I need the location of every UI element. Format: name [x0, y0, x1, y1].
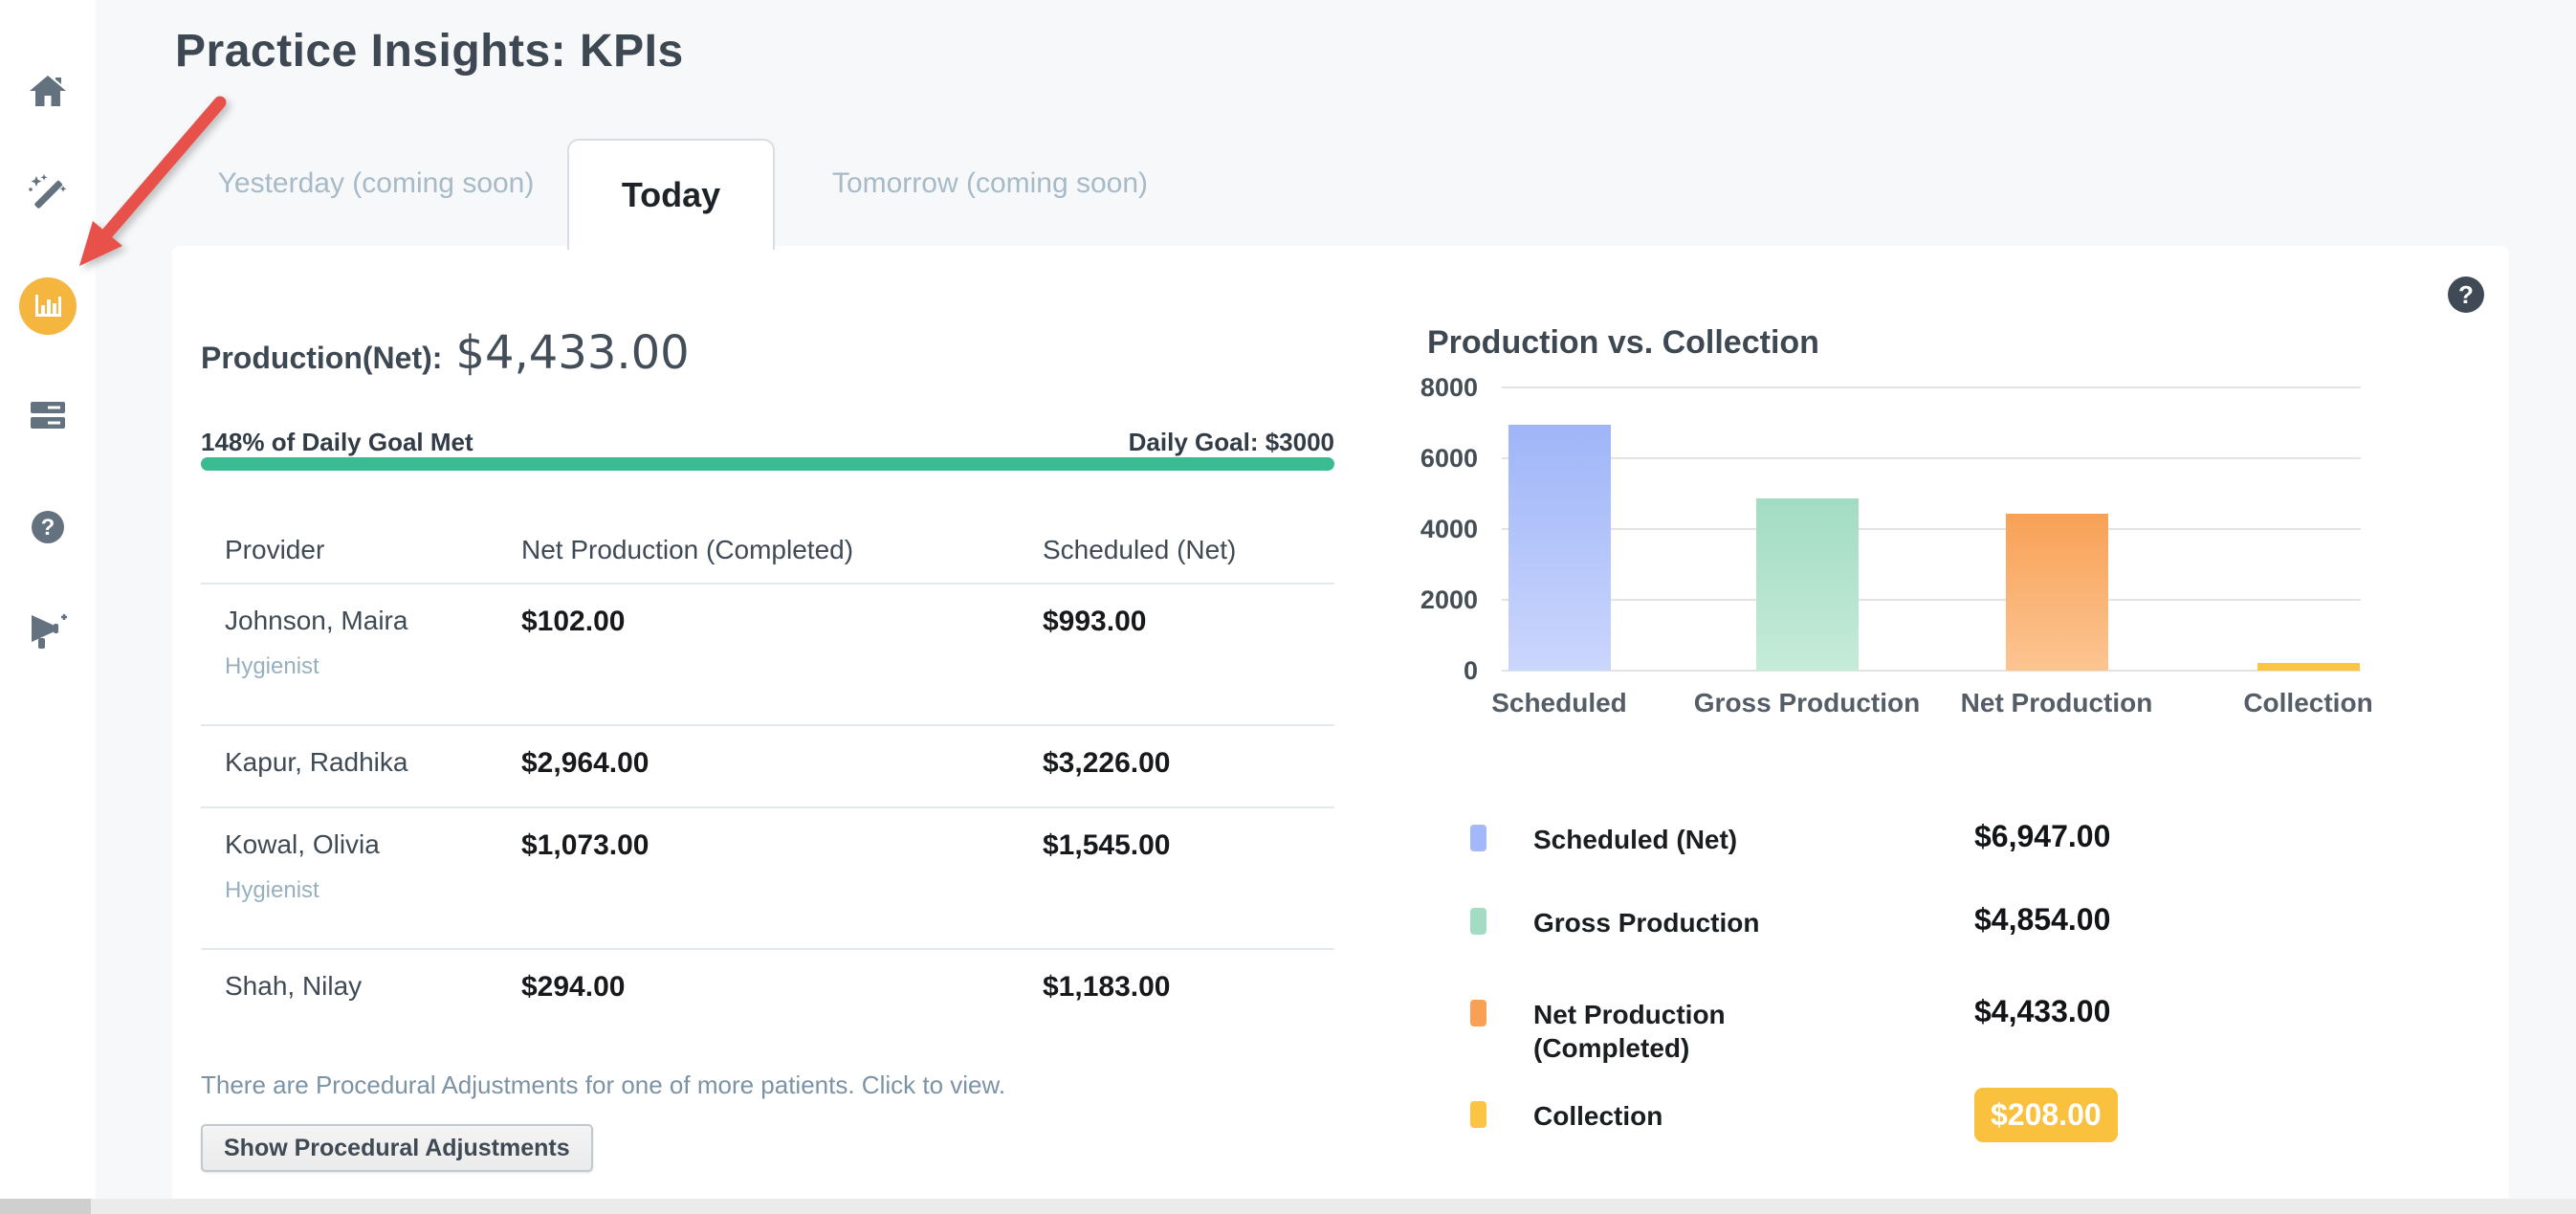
goal-progress-label: 148% of Daily Goal Met: [201, 428, 473, 457]
svg-text:?: ?: [41, 515, 55, 541]
provider-role: Hygienist: [225, 877, 521, 904]
legend-label: Net Production (Completed): [1533, 998, 1801, 1065]
svg-text:?: ?: [2458, 280, 2474, 309]
home-icon: [27, 70, 69, 112]
col-net-production: Net Production (Completed): [521, 535, 1043, 583]
scheduled-value: $1,545.00: [1043, 829, 1334, 948]
legend-swatch-net: [1470, 1000, 1486, 1026]
tab-today[interactable]: Today: [567, 139, 775, 250]
daily-goal-progressbar: [201, 457, 1334, 471]
bar-chart-icon: [32, 290, 64, 322]
bar-gross-production: [1756, 498, 1859, 671]
net-production-value: $294.00: [521, 971, 1043, 1042]
sidebar-item-home[interactable]: [27, 70, 69, 112]
help-icon: ?: [27, 506, 69, 548]
adjustments-note: There are Procedural Adjustments for one…: [201, 1071, 1005, 1100]
goal-row: 148% of Daily Goal Met Daily Goal: $3000: [201, 428, 1334, 457]
megaphone-icon: [27, 611, 69, 653]
production-label: Production(Net):: [201, 341, 442, 376]
net-production-value: $102.00: [521, 606, 1043, 724]
y-tick: 4000: [1401, 515, 1478, 543]
net-production-value: $1,073.00: [521, 829, 1043, 948]
tab-tomorrow[interactable]: Tomorrow (coming soon): [818, 167, 1162, 200]
legend-value: $4,854.00: [1974, 902, 2110, 938]
card-help-button[interactable]: ?: [2447, 276, 2485, 314]
provider-name: Kowal, Olivia: [225, 829, 521, 860]
legend-label: Scheduled (Net): [1533, 823, 1801, 856]
legend-value-badge: $208.00: [1974, 1088, 2118, 1142]
y-tick: 0: [1401, 656, 1478, 685]
daily-goal-label: Daily Goal: $3000: [1129, 428, 1334, 457]
provider-table: Provider Net Production (Completed) Sche…: [201, 521, 1334, 1042]
scheduled-value: $993.00: [1043, 606, 1334, 724]
question-mark-icon: ?: [2447, 276, 2485, 314]
y-tick: 8000: [1401, 373, 1478, 402]
kpi-card: Production(Net): $4,433.00 148% of Daily…: [172, 246, 2509, 1214]
scheduled-value: $1,183.00: [1043, 971, 1334, 1042]
daily-goal-progress-fill: [201, 457, 1334, 471]
sidebar-item-magic-wand[interactable]: [27, 174, 69, 216]
sidebar-item-help[interactable]: ?: [27, 506, 69, 548]
x-label: Scheduled: [1491, 688, 1627, 718]
x-label: Collection: [2243, 688, 2372, 718]
provider-name: Shah, Nilay: [225, 971, 521, 1002]
page-title: Practice Insights: KPIs: [175, 25, 684, 77]
table-row: Shah, Nilay $294.00 $1,183.00: [201, 950, 1334, 1042]
legend-label: Collection: [1533, 1099, 1801, 1133]
magic-wand-icon: [27, 174, 69, 216]
table-row: Kowal, Olivia Hygienist $1,073.00 $1,545…: [201, 808, 1334, 950]
sidebar-item-insights-active[interactable]: [19, 277, 77, 335]
bar-chart-plot: [1502, 387, 2361, 671]
provider-name: Kapur, Radhika: [225, 747, 521, 778]
net-production-value: $2,964.00: [521, 747, 1043, 806]
sidebar-item-list[interactable]: [27, 394, 69, 436]
production-summary: Production(Net): $4,433.00: [201, 326, 690, 380]
y-tick: 6000: [1401, 444, 1478, 473]
col-scheduled: Scheduled (Net): [1043, 535, 1334, 583]
table-row: Johnson, Maira Hygienist $102.00 $993.00: [201, 585, 1334, 726]
bar-collection: [2257, 663, 2360, 671]
legend-value: $6,947.00: [1974, 819, 2110, 854]
legend-label: Gross Production: [1533, 906, 1801, 939]
legend-swatch-collection: [1470, 1101, 1486, 1128]
x-label: Net Production: [1961, 688, 2153, 718]
sidebar: ?: [0, 0, 96, 1214]
table-row: Kapur, Radhika $2,964.00 $3,226.00: [201, 726, 1334, 808]
horizontal-scrollbar-thumb[interactable]: [0, 1199, 91, 1214]
horizontal-scrollbar[interactable]: [0, 1199, 2576, 1214]
provider-role: Hygienist: [225, 653, 521, 680]
bar-net-production: [2006, 514, 2108, 671]
provider-name: Johnson, Maira: [225, 606, 521, 636]
sidebar-item-announcements[interactable]: [27, 611, 69, 653]
show-procedural-adjustments-button[interactable]: Show Procedural Adjustments: [201, 1124, 593, 1172]
bar-scheduled: [1508, 425, 1611, 671]
legend-value: $4,433.00: [1974, 994, 2110, 1029]
practice-insights-page: ? Practice Insights: KPIs Yesterday (com…: [0, 0, 2576, 1214]
chart-title: Production vs. Collection: [1427, 324, 1819, 362]
production-value: $4,433.00: [455, 326, 689, 380]
tab-yesterday[interactable]: Yesterday (coming soon): [209, 167, 543, 200]
x-label: Gross Production: [1694, 688, 1920, 718]
legend-swatch-gross: [1470, 908, 1486, 935]
legend-swatch-scheduled: [1470, 825, 1486, 851]
server-list-icon: [27, 394, 69, 436]
y-tick: 2000: [1401, 585, 1478, 614]
col-provider: Provider: [225, 535, 521, 583]
scheduled-value: $3,226.00: [1043, 747, 1334, 806]
provider-table-header: Provider Net Production (Completed) Sche…: [201, 521, 1334, 585]
